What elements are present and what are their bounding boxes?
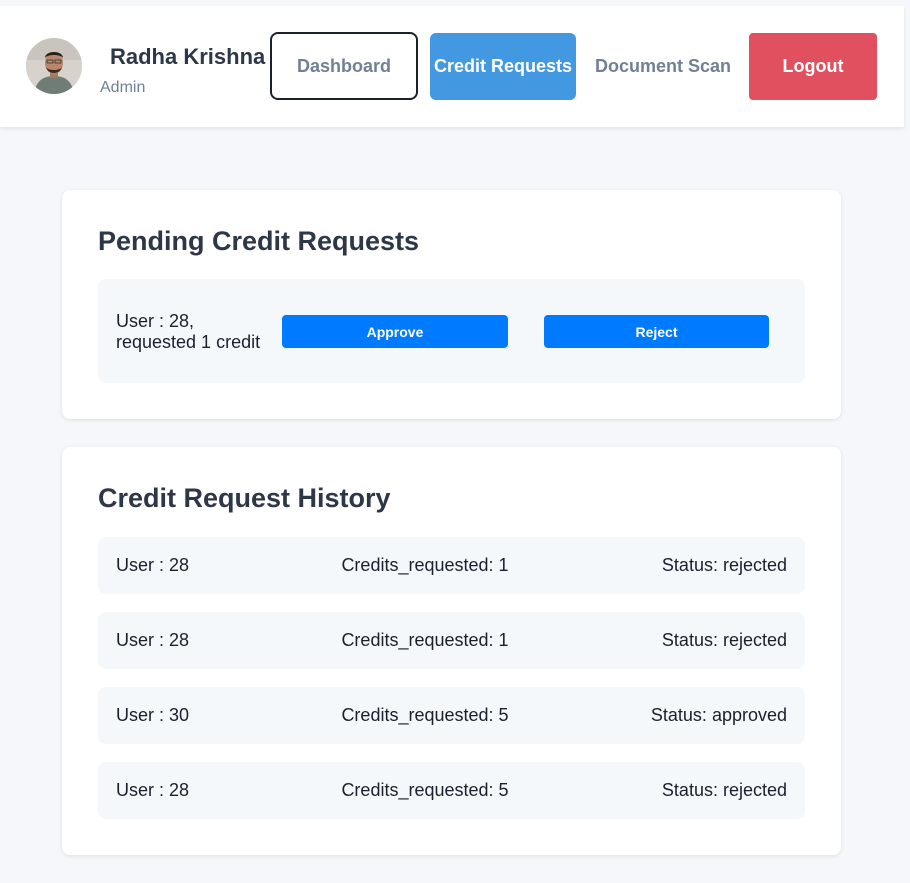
history-credits: Credits_requested: 1 (341, 555, 509, 575)
user-role: Admin (100, 79, 146, 96)
history-credits: Credits_requested: 1 (341, 630, 509, 650)
pending-requests-card: Pending Credit Requests User : 28, reque… (62, 190, 841, 419)
history-credits: Credits_requested: 5 (341, 780, 509, 800)
approve-button[interactable]: Approve (282, 315, 508, 348)
pending-request-row: User : 28, requested 1 credit Approve Re… (98, 279, 805, 383)
pending-requests-title: Pending Credit Requests (98, 226, 420, 256)
history-status: Status: approved (650, 705, 787, 725)
nav-document-scan-button[interactable]: Document Scan (592, 33, 734, 100)
history-row: User : 28 Credits_requested: 1 Status: r… (98, 537, 805, 594)
history-status: Status: rejected (661, 555, 787, 575)
nav-credit-requests-button[interactable]: Credit Requests (430, 33, 576, 100)
history-status: Status: rejected (661, 630, 787, 650)
history-row: User : 30 Credits_requested: 5 Status: a… (98, 687, 805, 744)
history-status: Status: rejected (661, 780, 787, 800)
logout-button[interactable]: Logout (749, 33, 877, 100)
pending-request-text: User : 28, requested 1 credit (116, 311, 261, 352)
request-history-card: Credit Request History User : 28 Credits… (62, 447, 841, 855)
user-photo-icon (26, 38, 82, 94)
avatar (26, 38, 82, 94)
reject-button[interactable]: Reject (544, 315, 769, 348)
request-history-title: Credit Request History (98, 483, 391, 513)
history-row: User : 28 Credits_requested: 5 Status: r… (98, 762, 805, 819)
user-name: Radha Krishna (110, 44, 266, 69)
history-row: User : 28 Credits_requested: 1 Status: r… (98, 612, 805, 669)
top-navbar: Radha Krishna Admin Dashboard Credit Req… (0, 6, 904, 127)
nav-dashboard-button[interactable]: Dashboard (270, 32, 418, 100)
